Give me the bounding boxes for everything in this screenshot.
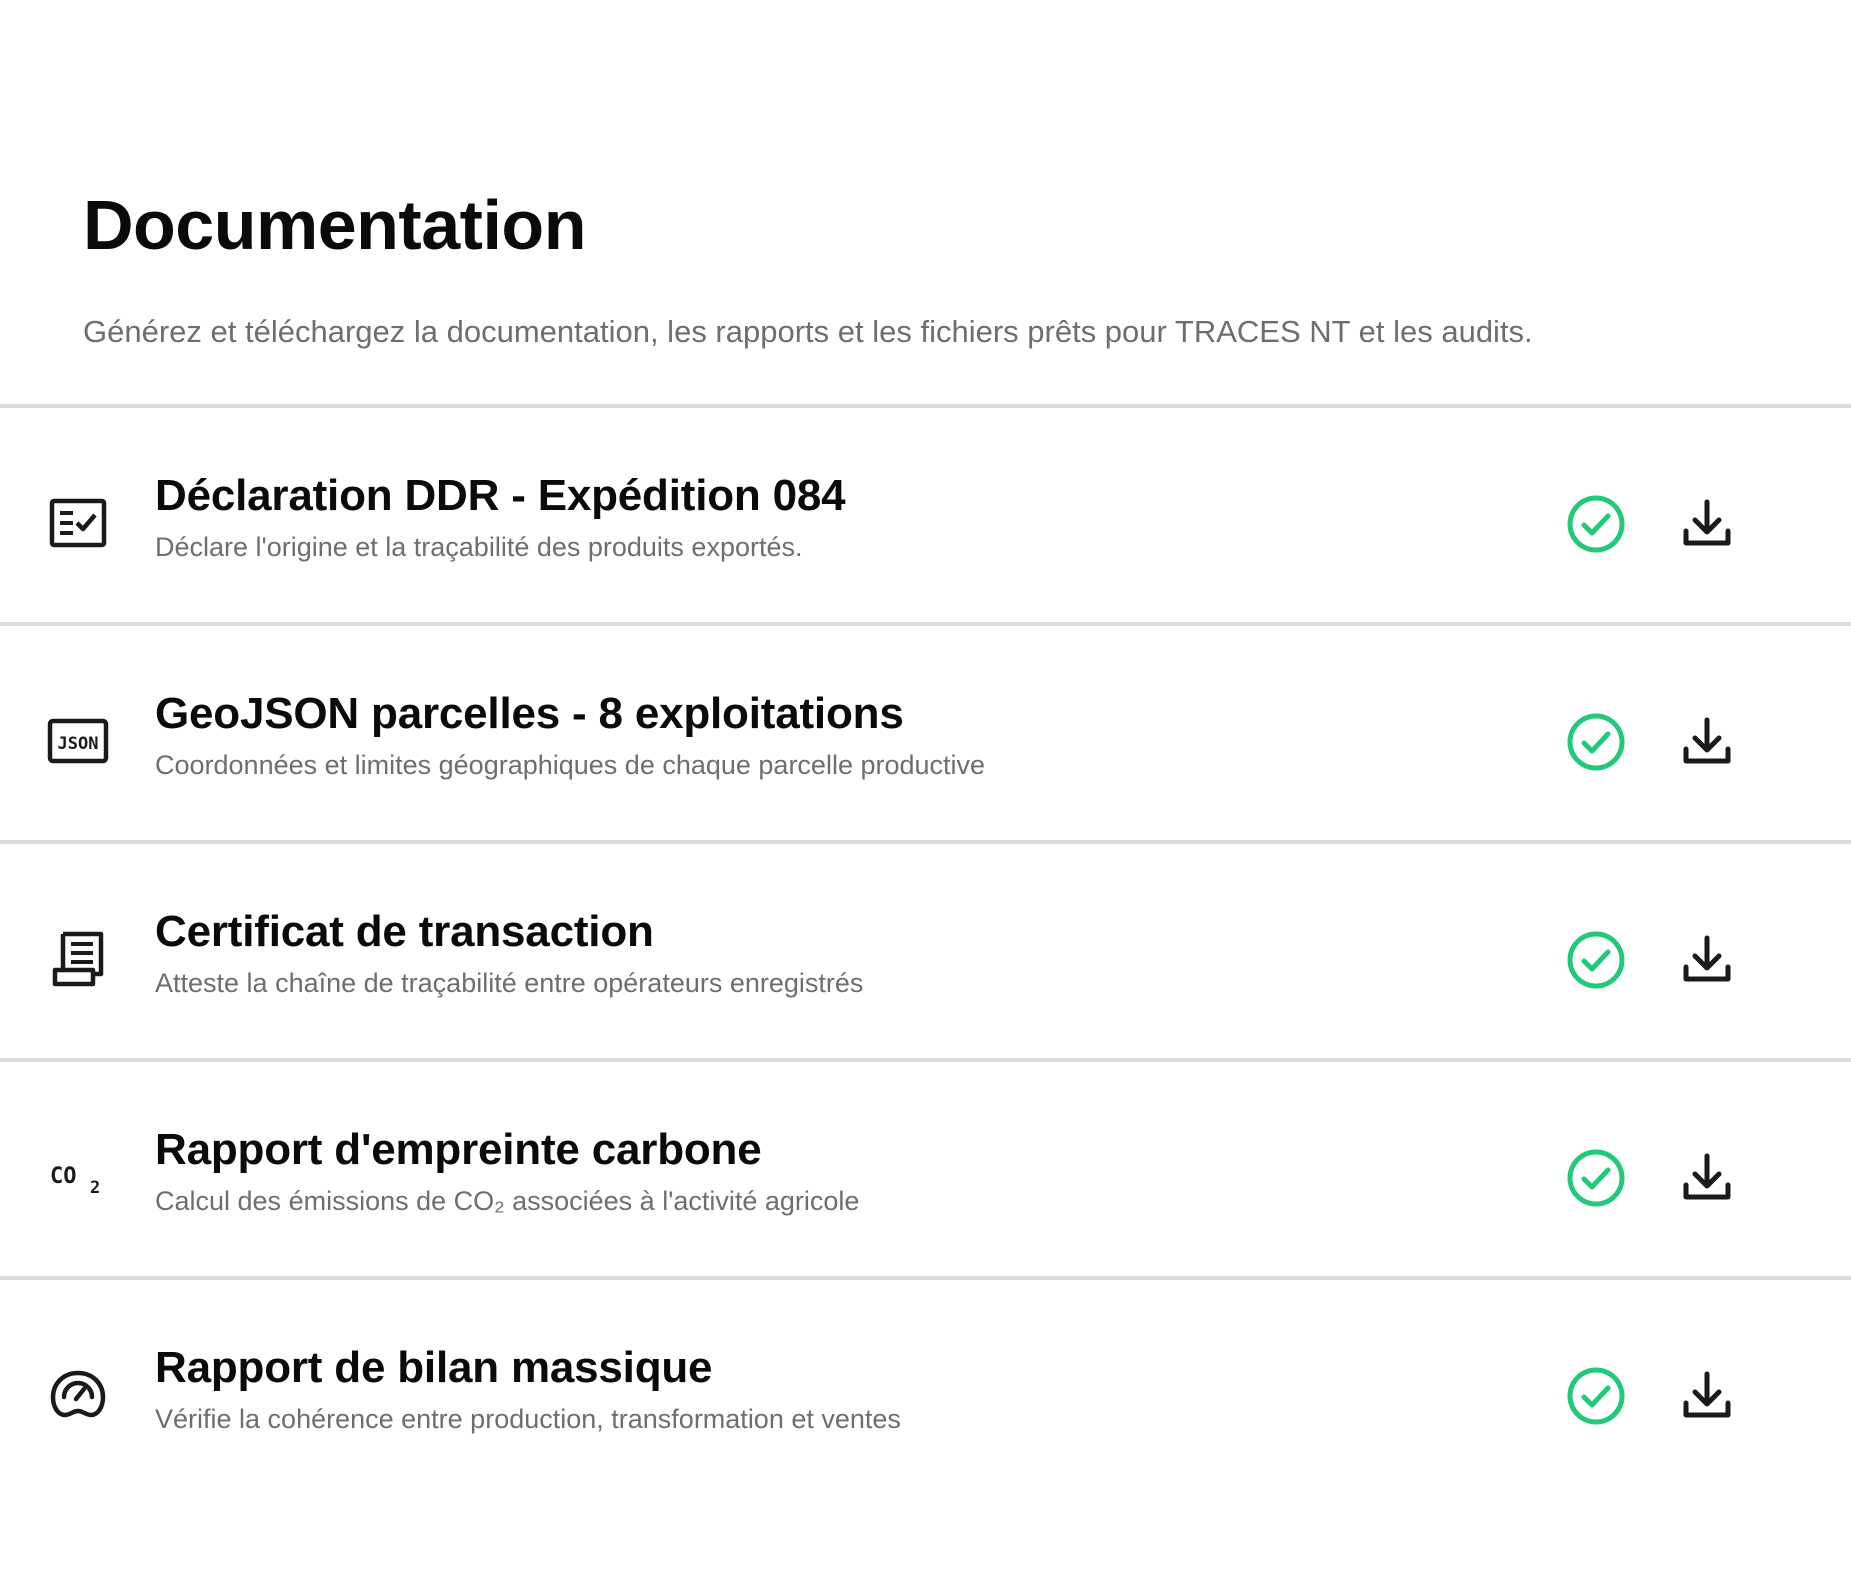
document-title: GeoJSON parcelles - 8 exploitations	[155, 689, 904, 738]
json-file-icon: JSON	[46, 709, 110, 773]
document-description: Calcul des émissions de CO₂ associées à …	[155, 1186, 860, 1216]
json-icon-label: JSON	[58, 734, 99, 754]
form-checklist-icon	[46, 491, 110, 555]
document-text: Rapport d'empreinte carbone Calcul des é…	[155, 1124, 1505, 1218]
document-title: Rapport d'empreinte carbone	[155, 1125, 762, 1174]
page-header: Documentation Générez et téléchargez la …	[83, 180, 1811, 352]
download-button[interactable]	[1676, 1147, 1738, 1209]
documents-list: Déclaration DDR - Expédition 084 Déclare…	[0, 404, 1851, 1492]
document-description: Déclare l'origine et la traçabilité des …	[155, 532, 803, 562]
document-text: GeoJSON parcelles - 8 exploitations Coor…	[155, 688, 1505, 782]
document-row-transaction-certificate: Certificat de transaction Atteste la cha…	[0, 840, 1851, 1058]
co2-icon-subscript: 2	[90, 1178, 100, 1197]
document-text: Déclaration DDR - Expédition 084 Déclare…	[155, 470, 1505, 564]
download-icon	[1683, 717, 1731, 764]
check-circle-icon	[1565, 929, 1627, 991]
document-title: Certificat de transaction	[155, 907, 654, 956]
document-title: Rapport de bilan massique	[155, 1343, 713, 1392]
page-subtitle: Générez et téléchargez la documentation,…	[83, 314, 1533, 349]
download-button[interactable]	[1676, 711, 1738, 773]
page-title: Documentation	[83, 186, 586, 264]
document-row-ddr-declaration: Déclaration DDR - Expédition 084 Déclare…	[0, 404, 1851, 622]
document-text: Rapport de bilan massique Vérifie la coh…	[155, 1342, 1505, 1436]
gauge-balance-icon	[46, 1363, 110, 1427]
check-circle-icon	[1565, 711, 1627, 773]
co2-icon-label: CO	[50, 1164, 77, 1189]
check-circle-icon	[1565, 1365, 1627, 1427]
document-description: Coordonnées et limites géographiques de …	[155, 750, 986, 780]
document-text: Certificat de transaction Atteste la cha…	[155, 906, 1505, 1000]
check-circle-icon	[1565, 1147, 1627, 1209]
check-circle-icon	[1565, 493, 1627, 555]
download-icon	[1683, 1371, 1731, 1418]
document-description: Atteste la chaîne de traçabilité entre o…	[155, 968, 864, 998]
download-button[interactable]	[1676, 929, 1738, 991]
document-row-geojson: JSON GeoJSON parcelles - 8 exploitations…	[0, 622, 1851, 840]
download-icon	[1683, 1153, 1731, 1200]
download-button[interactable]	[1676, 1365, 1738, 1427]
co2-icon: CO 2	[46, 1145, 110, 1209]
download-icon	[1683, 935, 1731, 982]
receipt-certificate-icon	[46, 927, 110, 991]
document-description: Vérifie la cohérence entre production, t…	[155, 1404, 901, 1434]
document-row-mass-balance: Rapport de bilan massique Vérifie la coh…	[0, 1276, 1851, 1492]
document-row-carbon-footprint: CO 2 Rapport d'empreinte carbone Calcul …	[0, 1058, 1851, 1276]
document-title: Déclaration DDR - Expédition 084	[155, 471, 846, 520]
download-button[interactable]	[1676, 493, 1738, 555]
download-icon	[1683, 499, 1731, 546]
